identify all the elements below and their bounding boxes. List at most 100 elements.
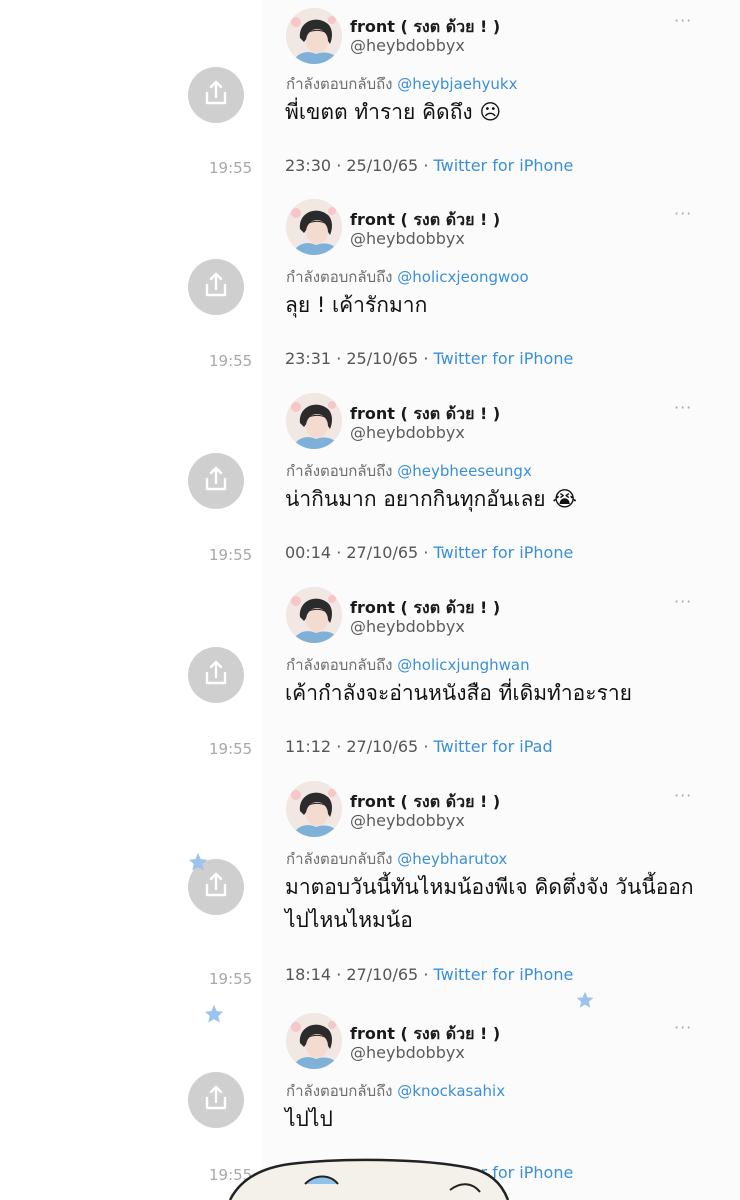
avatar[interactable] [286,8,342,64]
tweet-time: 23:30 [285,156,332,175]
tweet-client-link[interactable]: Twitter for iPhone [434,965,574,984]
meta-separator: · [331,965,347,984]
tweet-meta: 23:30 · 25/10/65 · Twitter for iPhone [285,156,573,175]
tweet-text: มาตอบวันนี้ทันไหมน้องพีเจ คิดตึ่งจัง วัน… [285,871,705,937]
meta-separator: · [331,349,347,368]
tweet-text: ไปไป [285,1103,705,1136]
star-sticker-icon [576,991,594,1008]
reply-context: กำลังตอบกลับถึง @heybjaehyukx [286,72,517,96]
tweet-meta: 00:14 · 27/10/65 · Twitter for iPhone [285,543,573,562]
side-timestamp: 19:55 [209,740,253,758]
user-handle[interactable]: @heybdobbyx [350,1043,465,1062]
tweet-text-body: พี่เขตต ทำราย คิดถึง [285,100,473,124]
tweet-date: 25/10/65 [346,156,419,175]
reply-mention-link[interactable]: @holicxjunghwan [397,656,529,674]
tweet-text-body: เค้ากำลังจะอ่านหนังสือ ที่เดิมทำอะราย [285,681,632,705]
tweet-text: น่ากินมาก อยากกินทุกอันเลย 😭 [285,483,705,516]
reply-prefix: กำลังตอบกลับถึง [286,268,393,286]
share-icon [201,870,231,904]
avatar[interactable] [286,393,342,449]
side-timestamp: 19:55 [209,546,253,564]
reply-context: กำลังตอบกลับถึง @holicxjeongwoo [286,265,529,289]
share-button[interactable] [188,453,244,509]
user-handle[interactable]: @heybdobbyx [350,229,465,248]
tweet-time: 00:14 [285,543,332,562]
reply-mention-link[interactable]: @heybheeseungx [397,462,532,480]
reply-prefix: กำลังตอบกลับถึง [286,850,393,868]
meta-separator: · [418,737,434,756]
tweet-client-link[interactable]: Twitter for iPhone [434,543,574,562]
tweet-date: 27/10/65 [346,737,419,756]
tweet-meta: 18:14 · 27/10/65 · Twitter for iPhone [285,965,573,984]
more-dots-icon[interactable]: ··· [674,1018,692,1037]
avatar[interactable] [286,781,342,837]
avatar[interactable] [286,1013,342,1069]
tweet-date: 27/10/65 [346,965,419,984]
reply-context: กำลังตอบกลับถึง @heybharutox [286,847,507,871]
tweet-text: เค้ากำลังจะอ่านหนังสือ ที่เดิมทำอะราย [285,677,705,710]
reply-mention-link[interactable]: @heybjaehyukx [397,75,517,93]
user-handle[interactable]: @heybdobbyx [350,36,465,55]
share-button[interactable] [188,1072,244,1128]
user-handle[interactable]: @heybdobbyx [350,423,465,442]
user-handle[interactable]: @heybdobbyx [350,617,465,636]
more-dots-icon[interactable]: ··· [674,398,692,417]
tweet-time: 18:14 [285,965,332,984]
meta-separator: · [331,543,347,562]
share-icon [201,1083,231,1117]
more-dots-icon[interactable]: ··· [674,11,692,30]
side-timestamp: 19:55 [209,352,253,370]
tweet-meta: 23:31 · 25/10/65 · Twitter for iPhone [285,349,573,368]
star-sticker-icon [188,852,208,871]
reply-mention-link[interactable]: @holicxjeongwoo [397,268,528,286]
tweet-text: ลุย ! เค้ารักมาก [285,289,705,322]
reply-prefix: กำลังตอบกลับถึง [286,656,393,674]
share-button[interactable] [188,647,244,703]
reply-context: กำลังตอบกลับถึง @holicxjunghwan [286,653,530,677]
reply-context: กำลังตอบกลับถึง @knockasahix [286,1079,505,1103]
share-icon [201,658,231,692]
meta-separator: · [331,737,347,756]
reply-mention-link[interactable]: @knockasahix [397,1082,505,1100]
user-handle[interactable]: @heybdobbyx [350,811,465,830]
share-icon [201,78,231,112]
tweet-date: 27/10/65 [346,543,419,562]
reply-prefix: กำลังตอบกลับถึง [286,75,393,93]
tweet-time: 23:31 [285,349,332,368]
tweet-time: 11:12 [285,737,332,756]
share-button[interactable] [188,67,244,123]
meta-separator: · [418,349,434,368]
share-icon [201,270,231,304]
tweet-text-body: ไปไป [285,1107,333,1131]
reply-mention-link[interactable]: @heybharutox [397,850,507,868]
meta-separator: · [331,156,347,175]
tweet-client-link[interactable]: Twitter for iPad [434,737,553,756]
reply-context: กำลังตอบกลับถึง @heybheeseungx [286,459,532,483]
tweet-text: พี่เขตต ทำราย คิดถึง ☹ [285,96,705,129]
meta-separator: · [418,156,434,175]
more-dots-icon[interactable]: ··· [674,592,692,611]
star-sticker-icon [204,1004,224,1023]
meta-separator: · [418,965,434,984]
emoji: 😭 [552,487,577,511]
emoji: ☹ [479,100,502,124]
side-timestamp: 19:55 [209,970,253,988]
avatar[interactable] [286,587,342,643]
tweet-text-body: มาตอบวันนี้ทันไหมน้องพีเจ คิดตึ่งจัง วัน… [285,875,694,932]
reply-prefix: กำลังตอบกลับถึง [286,462,393,480]
side-timestamp: 19:55 [209,159,253,177]
share-icon [201,464,231,498]
more-dots-icon[interactable]: ··· [674,204,692,223]
reply-prefix: กำลังตอบกลับถึง [286,1082,393,1100]
tweet-client-link[interactable]: Twitter for iPhone [434,349,574,368]
sticker-sketch [228,1158,510,1200]
tweet-text-body: น่ากินมาก อยากกินทุกอันเลย [285,487,546,511]
tweet-text-body: ลุย ! เค้ารักมาก [285,293,428,317]
tweet-meta: 11:12 · 27/10/65 · Twitter for iPad [285,737,553,756]
tweet-client-link[interactable]: Twitter for iPhone [434,156,574,175]
more-dots-icon[interactable]: ··· [674,786,692,805]
tweet-date: 25/10/65 [346,349,419,368]
share-button[interactable] [188,259,244,315]
avatar[interactable] [286,199,342,255]
meta-separator: · [418,543,434,562]
